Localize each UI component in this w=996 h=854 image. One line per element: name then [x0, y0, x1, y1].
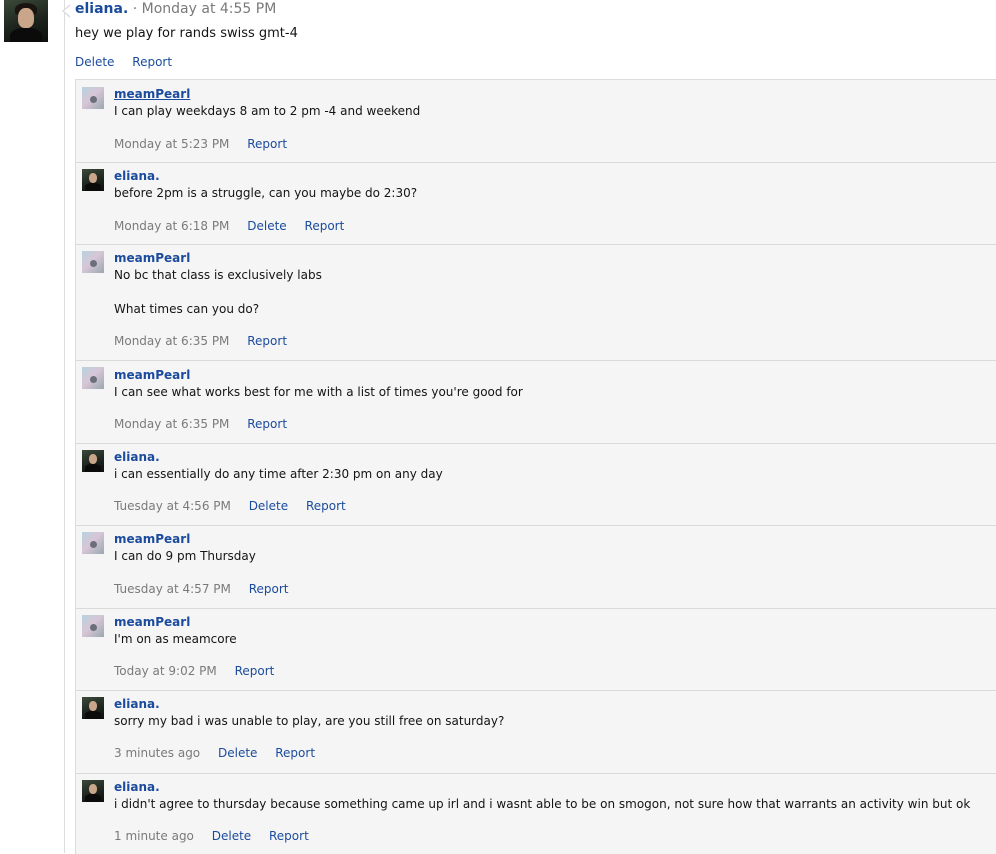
avatar[interactable]: [82, 450, 104, 472]
comment-meta: 1 minute ago Delete Report: [114, 829, 323, 843]
comment-time[interactable]: Tuesday at 4:56 PM: [114, 499, 231, 513]
comment-author[interactable]: eliana.: [114, 169, 160, 183]
comment-text: What times can you do?: [114, 302, 260, 316]
post-header: eliana. · Monday at 4:55 PM: [75, 1, 276, 17]
comment: eliana. i didn't agree to thursday becau…: [76, 773, 996, 854]
comment: eliana. sorry my bad i was unable to pla…: [76, 690, 996, 774]
comment: meamPearl I can do 9 pm Thursday Tuesday…: [76, 525, 996, 609]
comment-text: No bc that class is exclusively labs: [114, 268, 322, 282]
avatar-coat: [85, 794, 101, 802]
avatar-detail: [90, 260, 97, 267]
avatar-coat: [85, 464, 101, 472]
comment-text: I'm on as meamcore: [114, 632, 237, 646]
report-button[interactable]: Report: [247, 334, 287, 348]
comment-author[interactable]: eliana.: [114, 780, 160, 794]
avatar-detail: [90, 376, 97, 383]
comment-time[interactable]: Monday at 6:35 PM: [114, 334, 229, 348]
avatar[interactable]: [82, 532, 104, 554]
avatar[interactable]: [82, 615, 104, 637]
comment-time[interactable]: 1 minute ago: [114, 829, 194, 843]
comment-meta: Today at 9:02 PM Report: [114, 664, 288, 678]
comment: eliana. i can essentially do any time af…: [76, 443, 996, 526]
report-button[interactable]: Report: [305, 219, 345, 233]
report-button[interactable]: Report: [275, 746, 315, 760]
report-button[interactable]: Report: [132, 55, 172, 69]
post-separator: ·: [132, 1, 138, 17]
avatar-coat: [10, 28, 42, 42]
comment-time[interactable]: 3 minutes ago: [114, 746, 200, 760]
avatar-coat: [85, 183, 101, 191]
delete-button[interactable]: Delete: [212, 829, 251, 843]
comment-meta: Tuesday at 4:57 PM Report: [114, 582, 302, 596]
comment-list: meamPearl I can play weekdays 8 am to 2 …: [75, 79, 996, 854]
comment-text: I can see what works best for me with a …: [114, 385, 523, 399]
comment-author[interactable]: meamPearl: [114, 368, 190, 382]
delete-button[interactable]: Delete: [218, 746, 257, 760]
avatar-detail: [90, 96, 97, 103]
post-actions: Delete Report: [75, 55, 186, 69]
avatar[interactable]: [82, 367, 104, 389]
avatar[interactable]: [82, 780, 104, 802]
comment-text: i can essentially do any time after 2:30…: [114, 467, 443, 481]
avatar-detail: [90, 624, 97, 631]
avatar-detail: [90, 541, 97, 548]
comment-time[interactable]: Today at 9:02 PM: [114, 664, 217, 678]
avatar-face: [89, 701, 97, 711]
comment-meta: Monday at 5:23 PM Report: [114, 137, 301, 151]
comment-author[interactable]: meamPearl: [114, 615, 190, 629]
avatar[interactable]: [82, 697, 104, 719]
comment-meta: Monday at 6:35 PM Report: [114, 334, 301, 348]
comment-meta: 3 minutes ago Delete Report: [114, 746, 329, 760]
report-button[interactable]: Report: [247, 417, 287, 431]
comment-text: I can do 9 pm Thursday: [114, 549, 256, 563]
comment: meamPearl No bc that class is exclusivel…: [76, 244, 996, 361]
comment-time[interactable]: Monday at 6:18 PM: [114, 219, 229, 233]
comment: eliana. before 2pm is a struggle, can yo…: [76, 162, 996, 245]
report-button[interactable]: Report: [235, 664, 275, 678]
comment-text: i didn't agree to thursday because somet…: [114, 797, 971, 811]
report-button[interactable]: Report: [247, 137, 287, 151]
avatar-face: [18, 8, 34, 28]
comment-meta: Tuesday at 4:56 PM Delete Report: [114, 499, 360, 513]
post-time: Monday at 4:55 PM: [141, 1, 277, 17]
avatar-coat: [85, 711, 101, 719]
comment-author[interactable]: eliana.: [114, 697, 160, 711]
comment: meamPearl I can see what works best for …: [76, 360, 996, 444]
avatar[interactable]: [82, 251, 104, 273]
report-button[interactable]: Report: [306, 499, 346, 513]
delete-button[interactable]: Delete: [247, 219, 286, 233]
comment-author[interactable]: meamPearl: [114, 532, 190, 546]
comment: meamPearl I can play weekdays 8 am to 2 …: [76, 80, 996, 163]
comment-meta: Monday at 6:18 PM Delete Report: [114, 219, 358, 233]
comment-author[interactable]: meamPearl: [114, 87, 190, 101]
report-button[interactable]: Report: [249, 582, 289, 596]
avatar-face: [89, 173, 97, 183]
comment-text: I can play weekdays 8 am to 2 pm -4 and …: [114, 104, 421, 118]
avatar-face: [89, 784, 97, 794]
comment-text: before 2pm is a struggle, can you maybe …: [114, 186, 418, 200]
avatar[interactable]: [4, 0, 48, 42]
avatar[interactable]: [82, 87, 104, 109]
avatar[interactable]: [82, 169, 104, 191]
comment-time[interactable]: Monday at 6:35 PM: [114, 417, 229, 431]
comment-author[interactable]: meamPearl: [114, 251, 190, 265]
comment-time[interactable]: Tuesday at 4:57 PM: [114, 582, 231, 596]
comment-text: sorry my bad i was unable to play, are y…: [114, 714, 505, 728]
delete-button[interactable]: Delete: [249, 499, 288, 513]
post-author[interactable]: eliana.: [75, 1, 128, 17]
left-gutter: [0, 0, 71, 853]
speech-pointer: [62, 4, 71, 18]
avatar-face: [89, 454, 97, 464]
comment: meamPearl I'm on as meamcore Today at 9:…: [76, 608, 996, 691]
comment-meta: Monday at 6:35 PM Report: [114, 417, 301, 431]
delete-button[interactable]: Delete: [75, 55, 114, 69]
comment-time[interactable]: Monday at 5:23 PM: [114, 137, 229, 151]
report-button[interactable]: Report: [269, 829, 309, 843]
post-text: hey we play for rands swiss gmt-4: [75, 26, 298, 41]
comment-author[interactable]: eliana.: [114, 450, 160, 464]
